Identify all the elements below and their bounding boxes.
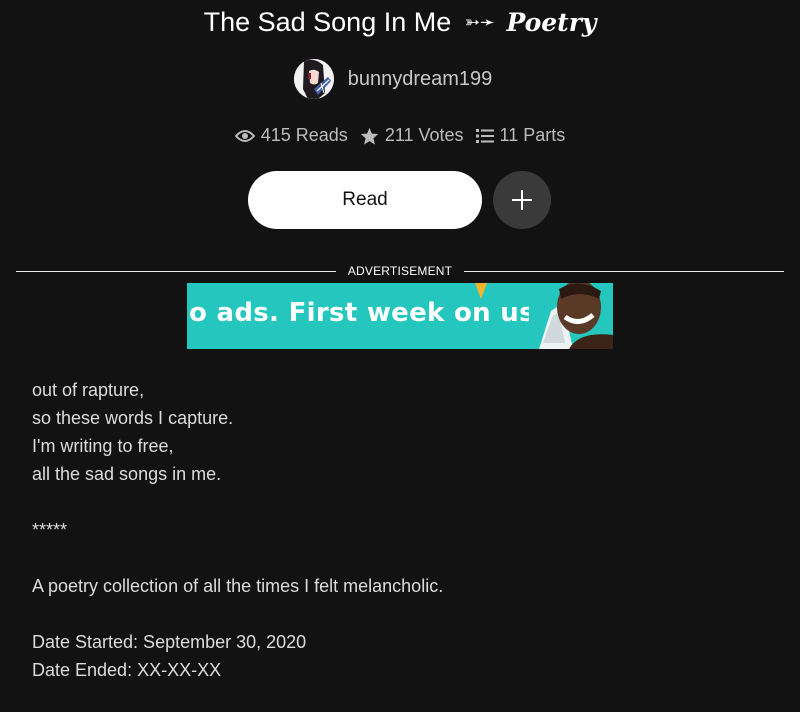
ad-banner[interactable]: o ads. First week on us. [187, 283, 613, 349]
action-buttons: Read [0, 171, 800, 231]
votes-stat: 211 Votes [360, 125, 464, 146]
plus-icon [512, 190, 532, 210]
poem-line: out of rapture, [32, 380, 145, 400]
author-row[interactable]: bunnydream199 [0, 59, 800, 99]
read-button[interactable]: Read [248, 171, 482, 229]
parts-stat: 11 Parts [475, 125, 566, 146]
advertisement-label: ADVERTISEMENT [347, 264, 453, 278]
date-started: Date Started: September 30, 2020 [32, 632, 307, 652]
story-description: out of rapture, so these words I capture… [32, 376, 772, 684]
parts-count: 11 Parts [499, 125, 566, 145]
reads-stat: 415 Reads [234, 125, 348, 146]
eye-icon [234, 129, 255, 142]
divider-line [464, 270, 784, 272]
poem-line: so these words I capture. [32, 408, 234, 428]
story-stats: 415 Reads 211 Votes 11 Parts [0, 125, 800, 146]
star-icon [360, 127, 378, 145]
ad-banner-text: o ads. First week on us. [189, 298, 546, 328]
story-genre: Poetry [506, 8, 597, 37]
story-title-row: The Sad Song In Me ➳➛ Poetry [0, 4, 800, 41]
votes-count: 211 Votes [384, 125, 464, 145]
story-title: The Sad Song In Me [203, 7, 452, 37]
summary-text: A poetry collection of all the times I f… [32, 576, 444, 596]
advertisement-divider: ADVERTISEMENT [16, 262, 784, 280]
divider-line [16, 270, 336, 272]
avatar[interactable] [293, 59, 334, 99]
poem-line: all the sad songs in me. [32, 464, 222, 484]
poem-line: I'm writing to free, [32, 436, 174, 456]
author-name[interactable]: bunnydream199 [348, 68, 493, 91]
add-to-library-button[interactable] [493, 171, 551, 229]
anime-avatar-icon [293, 59, 334, 99]
list-icon [475, 128, 494, 143]
separator-text: ***** [32, 520, 68, 540]
arrow-glyph: ➳➛ [464, 12, 495, 32]
ad-person-photo [529, 283, 613, 349]
date-ended: Date Ended: XX-XX-XX [32, 660, 222, 680]
reads-count: 415 Reads [260, 125, 348, 145]
